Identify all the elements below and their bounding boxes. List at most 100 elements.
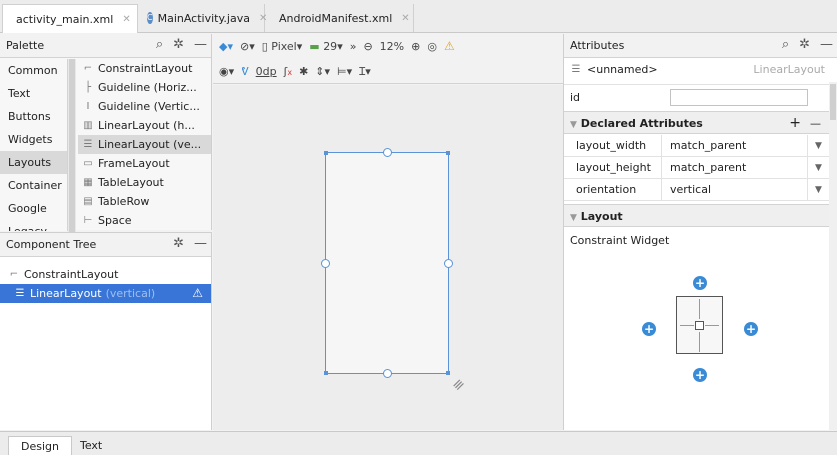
section-title: Declared Attributes <box>580 117 703 130</box>
attribute-value[interactable]: match_parent <box>662 135 807 156</box>
align-icon[interactable]: ⊨▾ <box>337 65 352 78</box>
add-bottom-constraint-icon[interactable]: + <box>693 368 707 382</box>
add-top-constraint-icon[interactable]: + <box>693 276 707 290</box>
tree-node-constraint-layout[interactable]: ⌐ ConstraintLayout <box>0 265 211 284</box>
minimize-icon[interactable]: — <box>194 37 207 52</box>
editor-tab-bar: activity_main.xml ✕ C MainActivity.java … <box>0 0 837 33</box>
resize-corner[interactable] <box>446 371 450 375</box>
id-input[interactable] <box>670 89 808 106</box>
device-label: Pixel <box>271 39 297 53</box>
design-canvas[interactable]: ≡ <box>213 85 563 430</box>
pack-icon[interactable]: ⇕▾ <box>315 65 330 78</box>
palette-item-label: FrameLayout <box>98 157 170 170</box>
right-anchor-handle[interactable] <box>444 259 453 268</box>
top-anchor-handle[interactable] <box>383 148 392 157</box>
resize-grip-icon[interactable]: ≡ <box>449 375 469 395</box>
attributes-title: Attributes <box>570 39 625 52</box>
warning-icon[interactable]: ⚠ <box>192 284 203 303</box>
tree-node-linear-layout[interactable]: ☰ LinearLayout (vertical) ⚠ <box>0 284 211 303</box>
category-legacy[interactable]: Legacy <box>0 220 67 231</box>
category-scrollbar[interactable] <box>68 59 76 254</box>
dropdown-arrow-icon[interactable]: ▼ <box>807 157 829 178</box>
zoom-reset-icon[interactable]: ◎ <box>427 40 437 53</box>
minimize-icon[interactable]: — <box>820 37 833 52</box>
tab-design[interactable]: Design <box>8 436 72 455</box>
palette-item-label: ConstraintLayout <box>98 62 193 75</box>
clear-constraints-icon[interactable]: ʃx <box>284 65 292 78</box>
search-icon[interactable]: ⌕ <box>156 37 163 52</box>
overflow-icon[interactable]: » <box>350 40 357 53</box>
default-margin[interactable]: 0dp <box>256 65 277 78</box>
widget-name: <unnamed> <box>587 63 658 76</box>
collapse-icon[interactable]: ▼ <box>570 120 577 130</box>
gear-icon[interactable]: ✲ <box>173 236 184 251</box>
palette-item-label: TableLayout <box>98 176 164 189</box>
bottom-anchor-handle[interactable] <box>383 369 392 378</box>
attribute-row[interactable]: orientation vertical ▼ <box>564 179 829 201</box>
attribute-value[interactable]: match_parent <box>662 157 807 178</box>
attribute-value[interactable]: vertical <box>662 179 807 200</box>
palette-item[interactable]: ▭ FrameLayout <box>78 154 211 173</box>
attribute-row[interactable]: layout_width match_parent ▼ <box>564 135 829 157</box>
zoom-out-icon[interactable]: ⊖ <box>363 40 372 53</box>
warning-icon[interactable]: ⚠ <box>444 39 455 53</box>
table-row-icon: ▤ <box>83 195 93 207</box>
palette-panel: Palette ⌕ ✲ — Common Text Buttons Widget… <box>0 34 212 254</box>
category-container[interactable]: Container <box>0 174 67 197</box>
declared-attributes-section[interactable]: ▼ Declared Attributes + — <box>564 111 829 134</box>
zoom-in-icon[interactable]: ⊕ <box>411 40 420 53</box>
attribute-key: layout_height <box>564 157 662 178</box>
add-right-constraint-icon[interactable]: + <box>744 322 758 336</box>
add-attribute-icon[interactable]: + <box>789 112 801 135</box>
resize-corner[interactable] <box>324 151 328 155</box>
resize-corner[interactable] <box>446 151 450 155</box>
device-selector[interactable]: ▯ Pixel▾ <box>262 40 303 53</box>
palette-item[interactable]: ▤ TableRow <box>78 192 211 211</box>
minimize-icon[interactable]: — <box>194 236 207 251</box>
category-google[interactable]: Google <box>0 197 67 220</box>
palette-item[interactable]: Ⅰ Guideline (Vertic... <box>78 97 211 116</box>
eye-icon[interactable]: ◉▾ <box>219 65 234 78</box>
tab-text[interactable]: Text <box>68 436 114 455</box>
layers-icon[interactable]: ◆▾ <box>219 40 233 53</box>
attribute-row[interactable]: layout_height match_parent ▼ <box>564 157 829 179</box>
dropdown-arrow-icon[interactable]: ▼ <box>807 135 829 156</box>
palette-item[interactable]: ▥ LinearLayout (h... <box>78 116 211 135</box>
tab-android-manifest[interactable]: AndroidManifest.xml ✕ <box>266 4 414 32</box>
palette-item[interactable]: ▦ TableLayout <box>78 173 211 192</box>
tab-activity-main[interactable]: activity_main.xml ✕ <box>2 4 138 33</box>
gear-icon[interactable]: ✲ <box>799 37 810 52</box>
search-icon[interactable]: ⌕ <box>782 37 789 52</box>
infer-constraints-icon[interactable]: ✱ <box>299 65 308 78</box>
category-text[interactable]: Text <box>0 82 67 105</box>
resize-corner[interactable] <box>324 371 328 375</box>
guidelines-icon[interactable]: Ɪ▾ <box>359 64 371 79</box>
guideline-horizontal-icon: ├ <box>84 81 92 93</box>
category-widgets[interactable]: Widgets <box>0 128 67 151</box>
orientation-icon[interactable]: ⊘▾ <box>240 40 255 53</box>
device-preview[interactable] <box>321 148 453 378</box>
palette-item[interactable]: ├ Guideline (Horiz... <box>78 78 211 97</box>
add-left-constraint-icon[interactable]: + <box>642 322 656 336</box>
collapse-icon[interactable]: ▼ <box>570 213 577 223</box>
attributes-scrollbar[interactable] <box>829 82 837 430</box>
tab-main-activity[interactable]: C MainActivity.java ✕ <box>139 4 267 32</box>
close-icon[interactable]: ✕ <box>122 14 130 25</box>
api-selector[interactable]: ▬ 29▾ <box>309 40 342 53</box>
category-buttons[interactable]: Buttons <box>0 105 67 128</box>
palette-item[interactable]: ⊢ Space <box>78 211 211 229</box>
category-layouts[interactable]: Layouts <box>0 151 67 174</box>
left-anchor-handle[interactable] <box>321 259 330 268</box>
toolbar-row-1: ◆▾ ⊘▾ ▯ Pixel▾ ▬ 29▾ » ⊖ 12% ⊕ ◎ ⚠ <box>213 34 455 58</box>
close-icon[interactable]: ✕ <box>401 13 409 24</box>
palette-item[interactable]: ☰ LinearLayout (ve... <box>78 135 211 154</box>
remove-attribute-icon[interactable]: — <box>810 112 821 135</box>
autoconnect-icon[interactable]: ᕓ <box>241 65 249 78</box>
palette-title: Palette <box>6 39 45 52</box>
tab-label: AndroidManifest.xml <box>279 11 393 25</box>
layout-section[interactable]: ▼ Layout <box>564 204 829 227</box>
dropdown-arrow-icon[interactable]: ▼ <box>807 179 829 200</box>
gear-icon[interactable]: ✲ <box>173 37 184 52</box>
palette-item[interactable]: ⌐ ConstraintLayout <box>78 59 211 78</box>
category-common[interactable]: Common <box>0 59 67 82</box>
